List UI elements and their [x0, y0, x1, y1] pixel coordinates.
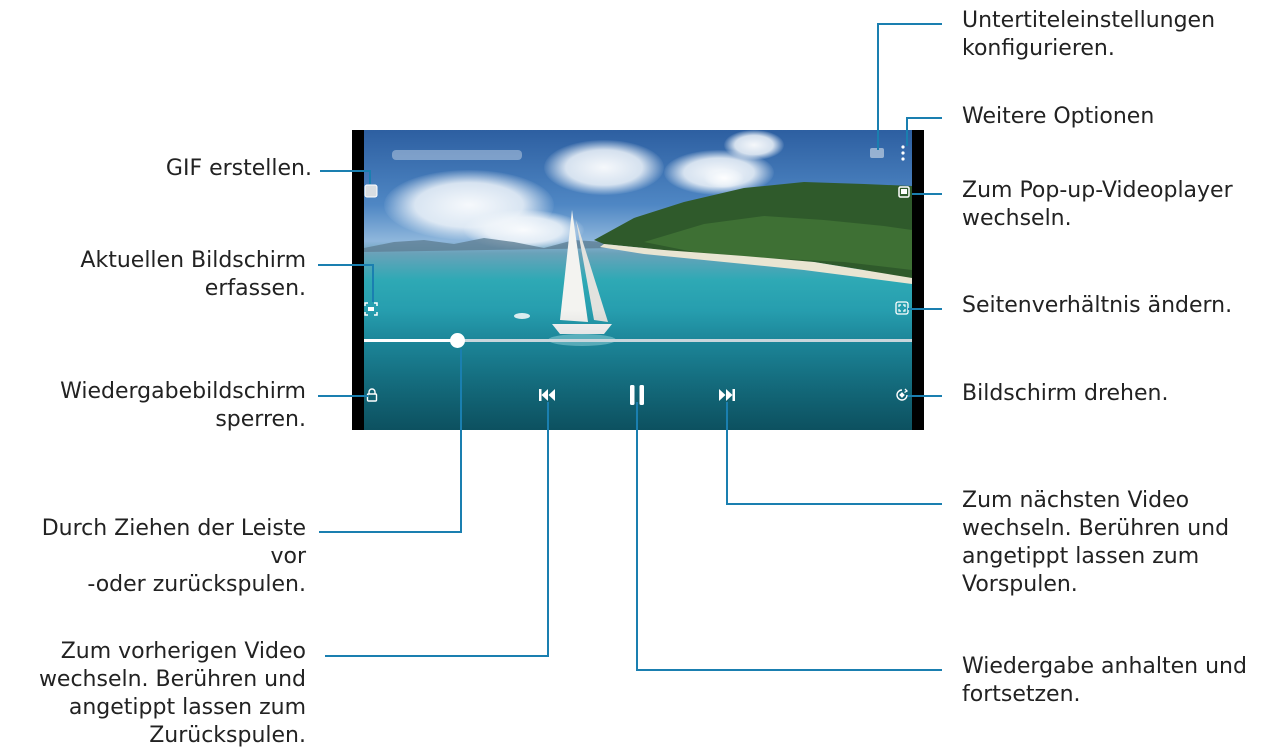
callout-pause: Wiedergabe anhalten und fortsetzen. — [962, 654, 1247, 707]
leader-seek-v — [460, 349, 462, 532]
video-title-placeholder — [392, 150, 522, 160]
callout-capture: Aktuellen Bildschirm erfassen. — [80, 248, 306, 301]
callout-seek: Durch Ziehen der Leiste vor -oder zurück… — [41, 516, 306, 597]
leader-popup — [912, 193, 942, 195]
leader-next — [726, 503, 942, 505]
leader-previous — [325, 655, 549, 657]
leader-next-v — [726, 402, 728, 504]
leader-more — [906, 117, 942, 119]
callout-more: Weitere Optionen — [962, 104, 1155, 129]
leader-pause-v — [636, 402, 638, 670]
rotate-icon[interactable] — [895, 388, 909, 402]
leader-capture-v — [372, 264, 374, 302]
callout-previous: Zum vorherigen Video wechseln. Berühren … — [38, 639, 306, 748]
capture-icon[interactable] — [364, 302, 378, 316]
leader-lock — [318, 395, 368, 397]
leader-previous-v — [547, 402, 549, 656]
aspect-ratio-icon[interactable] — [895, 301, 909, 315]
leader-pause — [636, 669, 942, 671]
leader-aspect — [908, 308, 942, 310]
leader-gif — [320, 170, 370, 172]
callout-next: Zum nächsten Video wechseln. Berühren un… — [962, 488, 1230, 597]
controls-overlay — [364, 310, 912, 430]
gif-icon[interactable] — [364, 184, 378, 198]
callout-rotate: Bildschirm drehen. — [962, 381, 1169, 406]
leader-capture — [318, 264, 373, 266]
callout-aspect: Seitenverhältnis ändern. — [962, 293, 1233, 318]
previous-icon[interactable] — [538, 388, 556, 402]
leader-gif-v — [369, 170, 371, 184]
callout-gif: GIF erstellen. — [165, 156, 312, 181]
phone-screen — [352, 130, 924, 430]
more-options-icon[interactable] — [900, 144, 906, 162]
leader-more-v — [906, 118, 908, 146]
next-icon[interactable] — [718, 388, 736, 402]
progress-fill — [364, 339, 458, 342]
popup-player-icon[interactable] — [898, 186, 910, 198]
leader-seek — [319, 531, 462, 533]
diagram-root: GIF erstellen. Aktuellen Bildschirm erfa… — [0, 0, 1261, 751]
callout-lock: Wiedergabebildschirm sperren. — [60, 379, 306, 432]
callout-popup: Zum Pop-up-Videoplayer wechseln. — [962, 178, 1233, 231]
leader-subtitle-v — [877, 24, 879, 150]
callout-subtitle: Untertiteleinstellungen konfigurieren. — [962, 8, 1216, 61]
leader-subtitle — [877, 23, 942, 25]
leader-rotate — [908, 395, 942, 397]
